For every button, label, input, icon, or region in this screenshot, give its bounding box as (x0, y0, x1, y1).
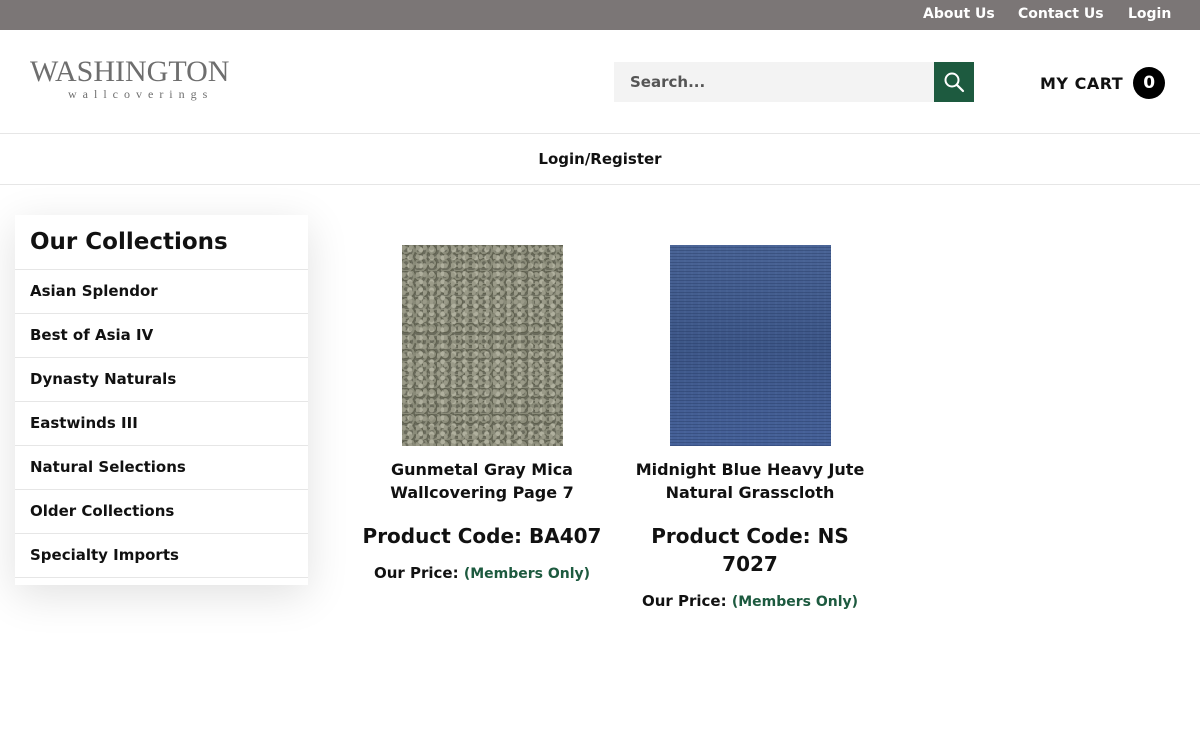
price-label: Our Price: (373, 564, 459, 582)
collection-item[interactable]: Best of Asia IV (15, 314, 308, 358)
collection-item[interactable]: Specialty Imports (15, 534, 308, 578)
collection-item[interactable]: Natural Selections (15, 446, 308, 490)
members-only-link[interactable]: (Members Only) (732, 594, 858, 610)
site-logo[interactable]: WASHINGTON wallcoverings (30, 56, 235, 102)
product-price: Our Price: (Members Only) (357, 564, 607, 582)
product-name[interactable]: Gunmetal Gray Mica Wallcovering Page 7 (357, 458, 607, 504)
collection-item[interactable]: Eastwinds III (15, 402, 308, 446)
main-nav: Login/Register (0, 134, 1200, 185)
contact-us-link[interactable]: Contact Us (1018, 6, 1104, 22)
product-code: Product Code: NS 7027 (651, 524, 849, 576)
top-utility-bar: About Us Contact Us Login (0, 0, 1200, 30)
logo-tagline: wallcoverings (68, 87, 214, 101)
price-label: Our Price: (641, 592, 727, 610)
product-code: Product Code: BA407 (362, 524, 602, 548)
product-price: Our Price: (Members Only) (625, 592, 875, 610)
product-card: Gunmetal Gray Mica Wallcovering Page 7 P… (357, 245, 607, 582)
login-register-link[interactable]: Login/Register (0, 150, 1200, 168)
cart-button[interactable]: MY CART 0 (1040, 67, 1166, 99)
product-image[interactable] (401, 245, 563, 446)
cart-count-badge: 0 (1133, 67, 1166, 99)
product-name[interactable]: Midnight Blue Heavy Jute Natural Grasscl… (625, 458, 875, 504)
collection-item[interactable]: Older Collections (15, 490, 308, 534)
search-button[interactable] (934, 62, 974, 102)
search-input[interactable] (614, 62, 934, 102)
about-us-link[interactable]: About Us (923, 6, 995, 22)
sidebar-title: Our Collections (15, 215, 308, 270)
members-only-link[interactable]: (Members Only) (464, 566, 590, 582)
product-card: Midnight Blue Heavy Jute Natural Grasscl… (625, 245, 875, 610)
collection-item[interactable]: Dynasty Naturals (15, 358, 308, 402)
login-link[interactable]: Login (1128, 6, 1171, 22)
site-header: WASHINGTON wallcoverings MY CART 0 (0, 30, 1200, 134)
logo-wordmark: WASHINGTON (30, 55, 230, 88)
product-image[interactable] (669, 245, 831, 446)
collection-item[interactable]: Asian Splendor (15, 270, 308, 314)
collections-sidebar: Our Collections Asian Splendor Best of A… (15, 215, 308, 585)
cart-label: MY CART (1040, 73, 1124, 93)
search-icon (944, 72, 965, 93)
collections-list: Asian Splendor Best of Asia IV Dynasty N… (15, 270, 308, 578)
